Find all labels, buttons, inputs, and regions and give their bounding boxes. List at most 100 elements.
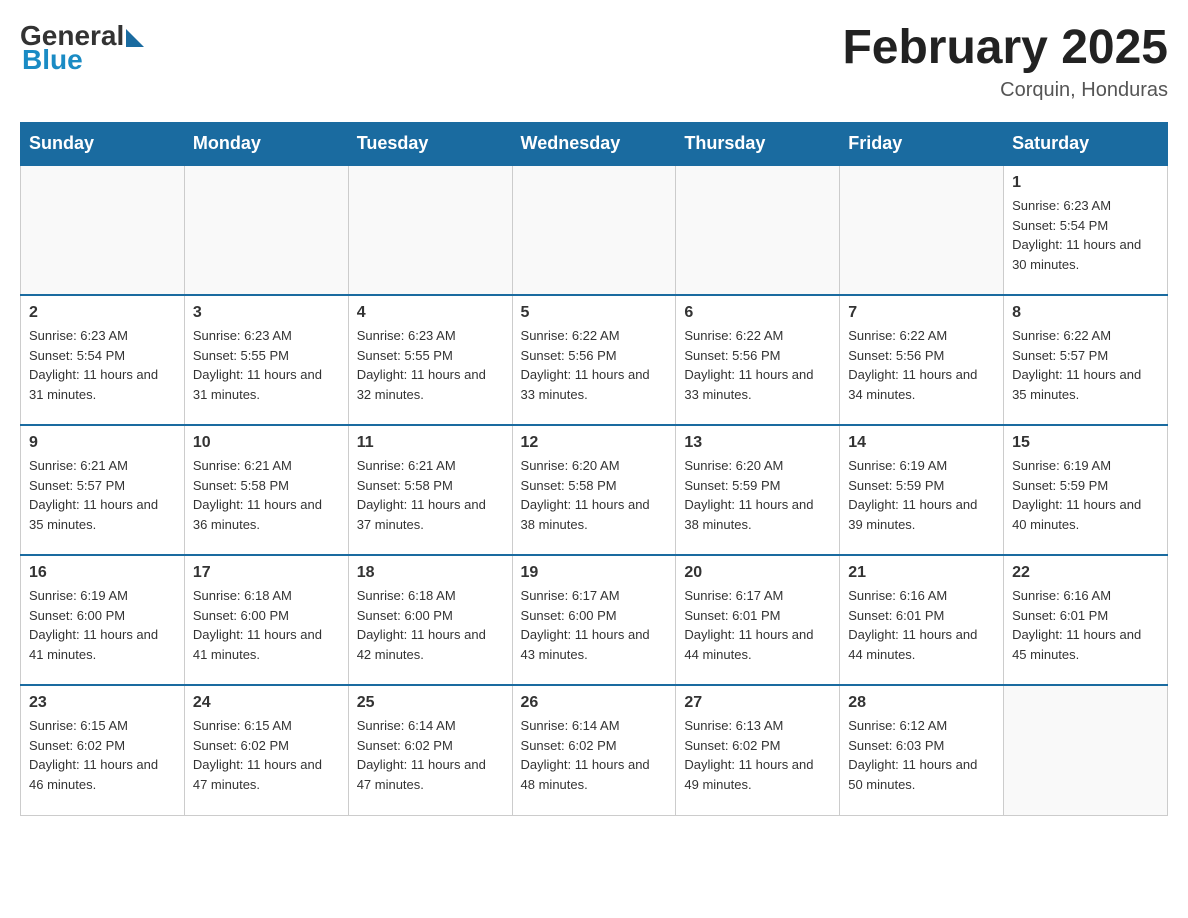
day-info: Sunrise: 6:16 AMSunset: 6:01 PMDaylight:… — [1012, 586, 1159, 664]
day-info: Sunrise: 6:15 AMSunset: 6:02 PMDaylight:… — [193, 716, 340, 794]
calendar-table: Sunday Monday Tuesday Wednesday Thursday… — [20, 122, 1168, 816]
table-row: 22 Sunrise: 6:16 AMSunset: 6:01 PMDayligh… — [1004, 555, 1168, 685]
table-row: 16Sunrise: 6:19 AMSunset: 6:00 PMDayligh… — [21, 555, 185, 685]
table-row: 11 Sunrise: 6:21 AMSunset: 5:58 PMDayligh… — [348, 425, 512, 555]
day-number: 13 — [684, 434, 831, 452]
day-info: Sunrise: 6:14 AMSunset: 6:02 PMDaylight:… — [521, 716, 668, 794]
col-sunday: Sunday — [21, 123, 185, 166]
day-number: 25 — [357, 694, 504, 712]
table-row: 21 Sunrise: 6:16 AMSunset: 6:01 PMDayligh… — [840, 555, 1004, 685]
day-number: 7 — [848, 304, 995, 322]
col-friday: Friday — [840, 123, 1004, 166]
day-number: 10 — [193, 434, 340, 452]
day-number: 20 — [684, 564, 831, 582]
day-info: Sunrise: 6:19 AMSunset: 5:59 PMDaylight:… — [848, 456, 995, 534]
table-row: 26 Sunrise: 6:14 AMSunset: 6:02 PMDayligh… — [512, 685, 676, 815]
day-number: 28 — [848, 694, 995, 712]
table-row: 10 Sunrise: 6:21 AMSunset: 5:58 PMDayligh… — [184, 425, 348, 555]
day-info: Sunrise: 6:18 AMSunset: 6:00 PMDaylight:… — [357, 586, 504, 664]
day-info: Sunrise: 6:23 AMSunset: 5:55 PMDaylight:… — [357, 326, 504, 404]
day-number: 18 — [357, 564, 504, 582]
table-row: 15Sunrise: 6:19 AMSunset: 5:59 PMDayligh… — [1004, 425, 1168, 555]
day-number: 16 — [29, 564, 176, 582]
table-row: 4 Sunrise: 6:23 AMSunset: 5:55 PMDaylight… — [348, 295, 512, 425]
table-row: 2Sunrise: 6:23 AMSunset: 5:54 PMDaylight… — [21, 295, 185, 425]
col-thursday: Thursday — [676, 123, 840, 166]
table-row: 9Sunrise: 6:21 AMSunset: 5:57 PMDaylight… — [21, 425, 185, 555]
day-info: Sunrise: 6:21 AMSunset: 5:57 PMDaylight:… — [29, 456, 176, 534]
day-number: 14 — [848, 434, 995, 452]
day-info: Sunrise: 6:22 AMSunset: 5:57 PMDaylight:… — [1012, 326, 1159, 404]
table-row: 25Sunrise: 6:14 AMSunset: 6:02 PMDayligh… — [348, 685, 512, 815]
day-info: Sunrise: 6:16 AMSunset: 6:01 PMDaylight:… — [848, 586, 995, 664]
month-title: February 2025 — [842, 20, 1168, 75]
day-info: Sunrise: 6:19 AMSunset: 5:59 PMDaylight:… — [1012, 456, 1159, 534]
calendar-week-row: 16Sunrise: 6:19 AMSunset: 6:00 PMDayligh… — [21, 555, 1168, 685]
day-number: 21 — [848, 564, 995, 582]
col-saturday: Saturday — [1004, 123, 1168, 166]
table-row: 18 Sunrise: 6:18 AMSunset: 6:00 PMDayligh… — [348, 555, 512, 685]
col-tuesday: Tuesday — [348, 123, 512, 166]
calendar-header-row: Sunday Monday Tuesday Wednesday Thursday… — [21, 123, 1168, 166]
day-number: 17 — [193, 564, 340, 582]
day-number: 12 — [521, 434, 668, 452]
location-text: Corquin, Honduras — [842, 79, 1168, 102]
day-info: Sunrise: 6:21 AMSunset: 5:58 PMDaylight:… — [193, 456, 340, 534]
table-row: 6Sunrise: 6:22 AMSunset: 5:56 PMDaylight… — [676, 295, 840, 425]
table-row: 27Sunrise: 6:13 AMSunset: 6:02 PMDayligh… — [676, 685, 840, 815]
day-info: Sunrise: 6:22 AMSunset: 5:56 PMDaylight:… — [848, 326, 995, 404]
table-row: 8 Sunrise: 6:22 AMSunset: 5:57 PMDaylight… — [1004, 295, 1168, 425]
table-row: 19 Sunrise: 6:17 AMSunset: 6:00 PMDayligh… — [512, 555, 676, 685]
day-number: 11 — [357, 434, 504, 452]
table-row — [840, 165, 1004, 295]
table-row — [348, 165, 512, 295]
title-area: February 2025 Corquin, Honduras — [842, 20, 1168, 102]
col-wednesday: Wednesday — [512, 123, 676, 166]
day-number: 22 — [1012, 564, 1159, 582]
day-number: 5 — [521, 304, 668, 322]
day-info: Sunrise: 6:21 AMSunset: 5:58 PMDaylight:… — [357, 456, 504, 534]
table-row: 3Sunrise: 6:23 AMSunset: 5:55 PMDaylight… — [184, 295, 348, 425]
table-row: 1 Sunrise: 6:23 AMSunset: 5:54 PMDaylight… — [1004, 165, 1168, 295]
day-info: Sunrise: 6:23 AMSunset: 5:54 PMDaylight:… — [1012, 196, 1159, 274]
table-row — [676, 165, 840, 295]
table-row: 14 Sunrise: 6:19 AMSunset: 5:59 PMDayligh… — [840, 425, 1004, 555]
day-number: 26 — [521, 694, 668, 712]
table-row: 23 Sunrise: 6:15 AMSunset: 6:02 PMDayligh… — [21, 685, 185, 815]
table-row: 5 Sunrise: 6:22 AMSunset: 5:56 PMDaylight… — [512, 295, 676, 425]
logo: General Blue — [20, 20, 144, 76]
table-row: 7 Sunrise: 6:22 AMSunset: 5:56 PMDaylight… — [840, 295, 1004, 425]
logo-arrow-icon — [126, 29, 144, 47]
day-number: 6 — [684, 304, 831, 322]
day-info: Sunrise: 6:20 AMSunset: 5:59 PMDaylight:… — [684, 456, 831, 534]
day-info: Sunrise: 6:23 AMSunset: 5:54 PMDaylight:… — [29, 326, 176, 404]
col-monday: Monday — [184, 123, 348, 166]
day-info: Sunrise: 6:17 AMSunset: 6:01 PMDaylight:… — [684, 586, 831, 664]
table-row — [184, 165, 348, 295]
day-info: Sunrise: 6:17 AMSunset: 6:00 PMDaylight:… — [521, 586, 668, 664]
day-info: Sunrise: 6:22 AMSunset: 5:56 PMDaylight:… — [521, 326, 668, 404]
logo-blue-text: Blue — [22, 44, 83, 76]
day-number: 8 — [1012, 304, 1159, 322]
table-row — [512, 165, 676, 295]
day-info: Sunrise: 6:15 AMSunset: 6:02 PMDaylight:… — [29, 716, 176, 794]
day-info: Sunrise: 6:23 AMSunset: 5:55 PMDaylight:… — [193, 326, 340, 404]
calendar-week-row: 2Sunrise: 6:23 AMSunset: 5:54 PMDaylight… — [21, 295, 1168, 425]
day-number: 24 — [193, 694, 340, 712]
table-row: 12 Sunrise: 6:20 AMSunset: 5:58 PMDayligh… — [512, 425, 676, 555]
day-info: Sunrise: 6:12 AMSunset: 6:03 PMDaylight:… — [848, 716, 995, 794]
day-number: 19 — [521, 564, 668, 582]
day-number: 1 — [1012, 174, 1159, 192]
page-header: General Blue February 2025 Corquin, Hond… — [20, 20, 1168, 102]
calendar-week-row: 23 Sunrise: 6:15 AMSunset: 6:02 PMDayligh… — [21, 685, 1168, 815]
day-number: 4 — [357, 304, 504, 322]
calendar-week-row: 1 Sunrise: 6:23 AMSunset: 5:54 PMDaylight… — [21, 165, 1168, 295]
day-number: 23 — [29, 694, 176, 712]
calendar-week-row: 9Sunrise: 6:21 AMSunset: 5:57 PMDaylight… — [21, 425, 1168, 555]
day-info: Sunrise: 6:20 AMSunset: 5:58 PMDaylight:… — [521, 456, 668, 534]
day-info: Sunrise: 6:18 AMSunset: 6:00 PMDaylight:… — [193, 586, 340, 664]
table-row: 20 Sunrise: 6:17 AMSunset: 6:01 PMDayligh… — [676, 555, 840, 685]
table-row — [1004, 685, 1168, 815]
table-row: 24 Sunrise: 6:15 AMSunset: 6:02 PMDayligh… — [184, 685, 348, 815]
table-row: 17 Sunrise: 6:18 AMSunset: 6:00 PMDayligh… — [184, 555, 348, 685]
